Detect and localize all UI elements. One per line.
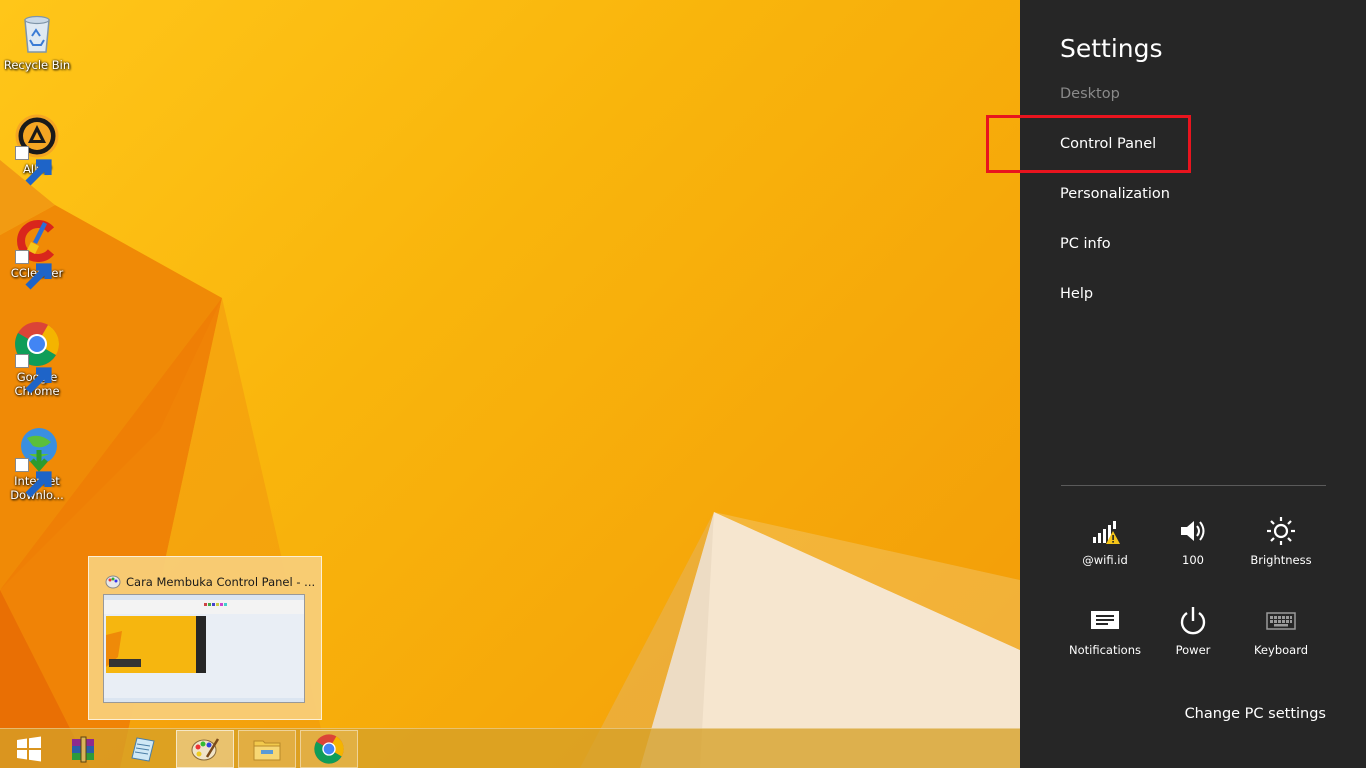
chrome-icon (314, 734, 344, 764)
shortcut-arrow-icon (15, 146, 52, 186)
taskbar-chrome-button[interactable] (300, 730, 358, 768)
quick-setting-network[interactable]: @wifi.id (1060, 515, 1150, 567)
quick-setting-label: Brightness (1250, 553, 1312, 567)
shortcut-arrow-icon (15, 458, 52, 498)
quick-setting-brightness[interactable]: Brightness (1236, 515, 1326, 567)
thumbnail-image (103, 594, 305, 703)
idm-icon (13, 424, 61, 498)
settings-item-desktop[interactable]: Desktop (1060, 86, 1120, 102)
control-panel-highlight (986, 115, 1191, 173)
chrome-icon (13, 320, 61, 394)
power-icon (1177, 605, 1209, 637)
desktop-icon-label: Recycle Bin (3, 58, 71, 72)
quick-setting-notifications[interactable]: Notifications (1060, 605, 1150, 657)
notepad-icon (131, 737, 155, 762)
notifications-icon (1089, 605, 1121, 637)
settings-item-help[interactable]: Help (1060, 286, 1093, 302)
settings-item-personalization[interactable]: Personalization (1060, 186, 1170, 202)
quick-setting-label: Keyboard (1253, 643, 1309, 657)
thumbnail-title-text: Cara Membuka Control Panel - ... (126, 575, 315, 589)
settings-item-pc-info[interactable]: PC info (1060, 236, 1111, 252)
quick-setting-label: Power (1175, 643, 1211, 657)
volume-icon (1177, 515, 1209, 547)
recycle-bin-icon (13, 8, 61, 56)
quick-setting-label: Notifications (1069, 643, 1141, 657)
wifi-warning-icon (1089, 515, 1121, 547)
desktop-icon-google-chrome[interactable]: Google Chrome (0, 320, 74, 398)
desktop-icon-internet-download-manager[interactable]: Internet Downlo... (0, 424, 74, 502)
taskbar (0, 728, 1020, 768)
settings-title: Settings (1060, 34, 1163, 63)
keyboard-icon (1265, 605, 1297, 637)
start-button[interactable] (0, 730, 58, 768)
taskbar-winrar-button[interactable] (54, 730, 112, 768)
taskbar-notepad-button[interactable] (114, 730, 172, 768)
paint-icon (191, 738, 220, 761)
folder-icon (253, 740, 281, 761)
taskbar-paint-button[interactable] (176, 730, 234, 768)
desktop-icon-ccleaner[interactable]: CCleaner (0, 216, 74, 290)
thumbnail-title: Cara Membuka Control Panel - ... (105, 574, 315, 590)
desktop-icon-aimp[interactable]: AIMP (0, 112, 74, 186)
shortcut-arrow-icon (15, 250, 52, 290)
taskbar-thumbnail-preview[interactable]: Cara Membuka Control Panel - ... (88, 556, 322, 720)
ccleaner-icon (13, 216, 61, 290)
paint-icon (105, 575, 121, 589)
shortcut-arrow-icon (15, 354, 52, 394)
desktop-icon-recycle-bin[interactable]: Recycle Bin (0, 8, 74, 72)
quick-setting-label: 100 (1182, 553, 1204, 567)
aimp-icon (13, 112, 61, 186)
quick-setting-label: @wifi.id (1082, 553, 1128, 567)
winrar-icon (72, 736, 94, 763)
quick-setting-power[interactable]: Power (1148, 605, 1238, 657)
quick-setting-keyboard[interactable]: Keyboard (1236, 605, 1326, 657)
taskbar-file-explorer-button[interactable] (238, 730, 296, 768)
settings-divider (1061, 485, 1326, 486)
windows-start-icon (17, 736, 41, 762)
brightness-icon (1265, 515, 1297, 547)
change-pc-settings-link[interactable]: Change PC settings (1185, 706, 1326, 722)
quick-setting-volume[interactable]: 100 (1148, 515, 1238, 567)
